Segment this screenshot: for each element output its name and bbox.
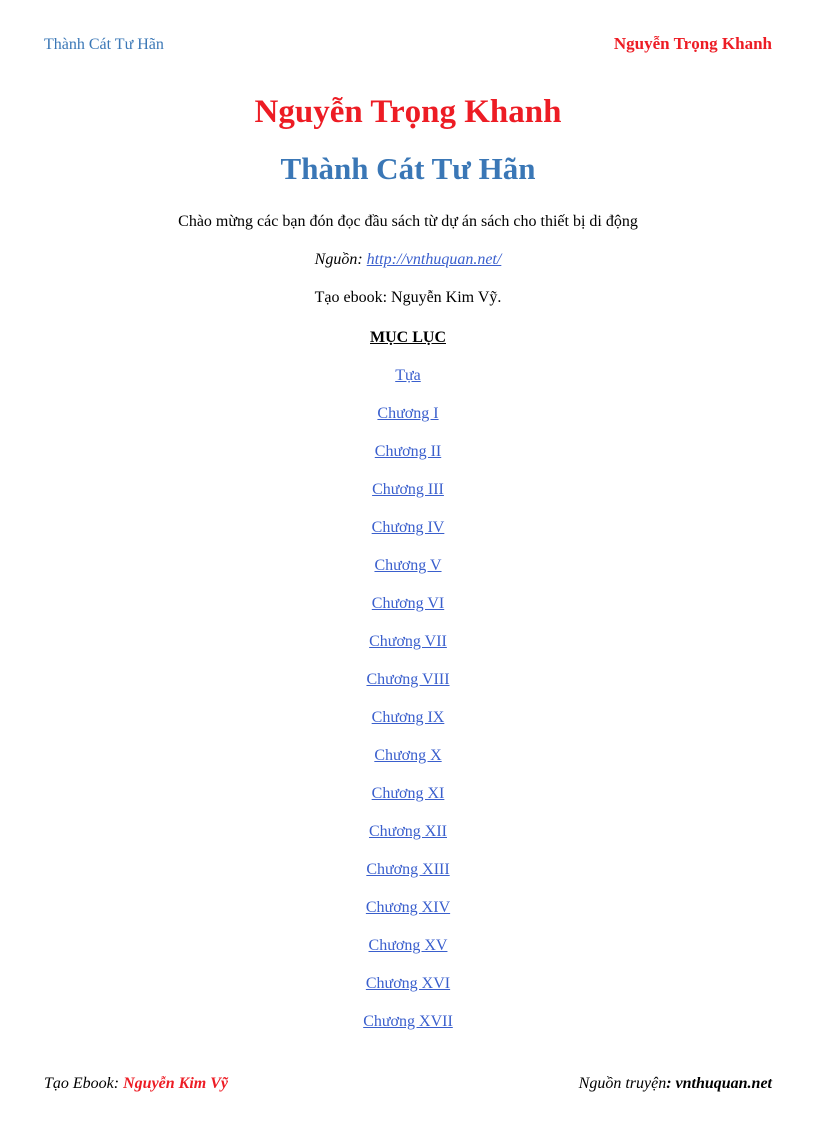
toc-link[interactable]: Chương VII [369, 633, 447, 650]
header-right-author: Nguyễn Trọng Khanh [614, 34, 772, 54]
toc-item: Chương XVII [44, 1013, 772, 1031]
toc-link[interactable]: Chương IV [372, 519, 445, 536]
toc-link[interactable]: Chương II [375, 443, 441, 460]
footer-right: Nguồn truyện: vnthuquan.net [579, 1075, 772, 1093]
toc-item: Chương XV [44, 937, 772, 955]
toc-item: Tựa [44, 367, 772, 385]
title-author: Nguyễn Trọng Khanh [44, 94, 772, 131]
welcome-text: Chào mừng các bạn đón đọc đầu sách từ dự… [44, 213, 772, 231]
toc-link[interactable]: Chương I [377, 405, 438, 422]
toc-link[interactable]: Chương IX [372, 709, 445, 726]
toc-item: Chương XIV [44, 899, 772, 917]
ebook-creator: Tạo ebook: Nguyễn Kim Vỹ. [44, 289, 772, 307]
toc-item: Chương XIII [44, 861, 772, 879]
toc-heading: MỤC LỤC [44, 329, 772, 347]
toc-link[interactable]: Chương XV [369, 937, 448, 954]
toc-link[interactable]: Chương XI [372, 785, 445, 802]
toc-item: Chương III [44, 481, 772, 499]
toc-link[interactable]: Chương V [374, 557, 441, 574]
header-left-title: Thành Cát Tư Hãn [44, 36, 164, 54]
page-footer: Tạo Ebook: Nguyễn Kim Vỹ Nguồn truyện: v… [44, 1075, 772, 1093]
toc-link[interactable]: Chương XII [369, 823, 447, 840]
toc-link[interactable]: Chương XIII [366, 861, 449, 878]
toc-item: Chương VIII [44, 671, 772, 689]
page-content: Nguyễn Trọng Khanh Thành Cát Tư Hãn Chào… [44, 94, 772, 1031]
toc-link[interactable]: Chương XVII [363, 1013, 453, 1030]
toc-item: Chương XII [44, 823, 772, 841]
source-label: Nguồn: [315, 251, 367, 268]
toc-link[interactable]: Chương VI [372, 595, 444, 612]
footer-left: Tạo Ebook: Nguyễn Kim Vỹ [44, 1075, 228, 1093]
toc-link[interactable]: Chương III [372, 481, 444, 498]
toc-item: Chương XVI [44, 975, 772, 993]
footer-creator-name: Nguyễn Kim Vỹ [123, 1075, 228, 1092]
page-header: Thành Cát Tư Hãn Nguyễn Trọng Khanh [44, 34, 772, 54]
toc-item: Chương IX [44, 709, 772, 727]
toc-item: Chương XI [44, 785, 772, 803]
toc-item: Chương I [44, 405, 772, 423]
source-line: Nguồn: http://vnthuquan.net/ [44, 251, 772, 269]
toc-link[interactable]: Tựa [395, 367, 421, 384]
toc-link[interactable]: Chương XVI [366, 975, 450, 992]
toc-item: Chương X [44, 747, 772, 765]
toc-item: Chương VI [44, 595, 772, 613]
source-link[interactable]: http://vnthuquan.net/ [367, 251, 502, 268]
toc-link[interactable]: Chương XIV [366, 899, 450, 916]
footer-source-name: : vnthuquan.net [666, 1075, 772, 1092]
footer-right-label: Nguồn truyện [579, 1075, 667, 1092]
title-book: Thành Cát Tư Hãn [44, 151, 772, 187]
toc-item: Chương IV [44, 519, 772, 537]
toc-item: Chương V [44, 557, 772, 575]
toc-link[interactable]: Chương VIII [366, 671, 449, 688]
toc-item: Chương VII [44, 633, 772, 651]
toc-link[interactable]: Chương X [374, 747, 441, 764]
toc-list: Tựa Chương I Chương II Chương III Chương IV C… [44, 367, 772, 1031]
toc-item: Chương II [44, 443, 772, 461]
footer-left-label: Tạo Ebook [44, 1075, 114, 1092]
